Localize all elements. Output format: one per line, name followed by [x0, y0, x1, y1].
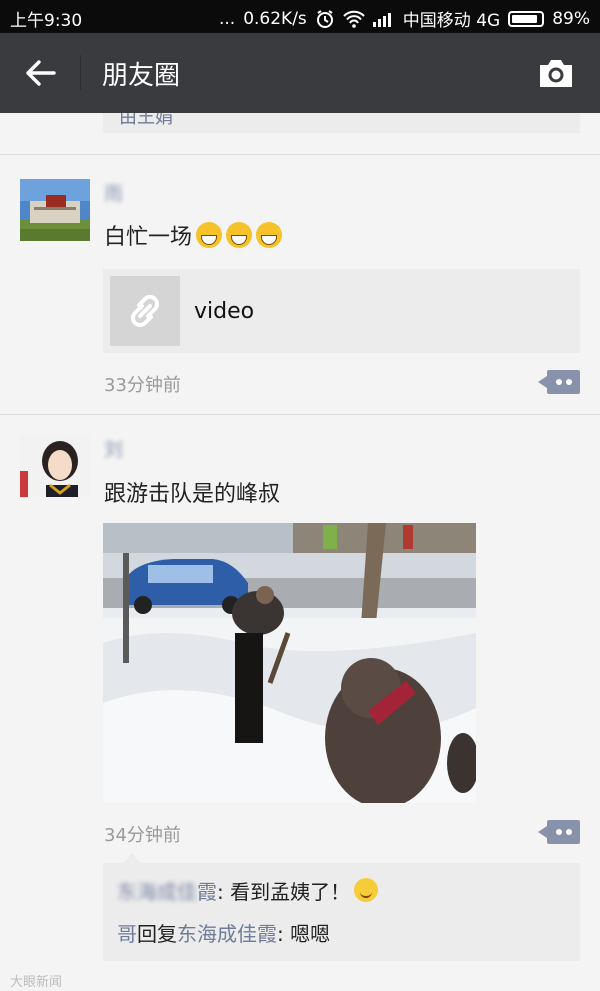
previous-post-likes: 由王娟: [103, 113, 580, 133]
link-thumbnail: [110, 276, 180, 346]
avatar-portrait-image: [20, 435, 90, 497]
status-bar: 上午9:30 ... 0.62K/s 中国移动 4G 89%: [0, 0, 600, 33]
reply-word: 回复: [137, 922, 177, 946]
post-text: 白忙一场: [104, 219, 283, 251]
more-dots: ...: [218, 8, 236, 29]
page-title: 朋友圈: [102, 61, 181, 91]
post-text: 跟游击队是的峰叔: [104, 482, 281, 507]
moments-feed[interactable]: 由王娟 雨 白忙一场 video 33分钟前 刘 跟游击队是的峰叔 34分钟前 …: [0, 113, 600, 991]
avatar[interactable]: [20, 435, 90, 497]
comment-like-menu-button[interactable]: [538, 820, 580, 844]
comments-box: 东海成佳霞: 看到孟姨了！ 哥回复东海成佳霞: 嗯嗯: [103, 853, 580, 961]
menu-dot: [556, 829, 562, 835]
post-photo[interactable]: [103, 523, 476, 803]
post-text-content: 白忙一场: [104, 225, 193, 250]
watermark: 大眼新闻: [10, 971, 62, 990]
carrier-label: 中国移动 4G: [402, 11, 501, 31]
avatar-palace-image: [20, 179, 90, 241]
top-bar: 朋友圈: [0, 33, 600, 113]
wifi-icon: [343, 10, 365, 28]
reply-target[interactable]: 东海成佳霞: [177, 922, 277, 946]
comment-like-menu-button[interactable]: [538, 370, 580, 394]
post-divider: [0, 154, 600, 155]
menu-dot: [566, 829, 572, 835]
post-author-name[interactable]: 雨: [104, 179, 123, 206]
grin-emoji-icon: [226, 222, 253, 248]
shared-link-card[interactable]: video: [103, 269, 580, 353]
link-icon: [130, 294, 160, 328]
avatar[interactable]: [20, 179, 90, 241]
snow-scene-image: [103, 523, 476, 803]
status-indicators: ... 0.62K/s 中国移动 4G 89%: [218, 6, 590, 32]
comment-text: : 嗯嗯: [277, 922, 331, 946]
battery-percent: 89%: [552, 8, 590, 29]
post-timestamp: 34分钟前: [104, 825, 181, 846]
comment-item[interactable]: 东海成佳霞: 看到孟姨了！: [117, 876, 379, 905]
camera-icon[interactable]: [536, 55, 576, 91]
header-divider: [80, 55, 81, 91]
post-author-name[interactable]: 刘: [104, 435, 123, 462]
post-timestamp: 33分钟前: [104, 375, 181, 396]
post-divider: [0, 414, 600, 415]
link-title: video: [194, 299, 255, 324]
network-speed: 0.62K/s: [243, 8, 307, 29]
alarm-icon: [316, 9, 333, 28]
previous-post-stub-text: 由王娟: [119, 113, 173, 128]
watermark-text: 大眼新闻: [10, 975, 63, 990]
battery-icon: [508, 10, 545, 27]
comment-author[interactable]: 哥: [117, 922, 137, 946]
comment-text: : 看到孟姨了！: [217, 880, 351, 904]
signal-icon: [372, 12, 391, 27]
smile-emoji-icon: [354, 878, 379, 902]
menu-dot: [556, 379, 562, 385]
menu-dot: [566, 379, 572, 385]
status-time: 上午9:30: [10, 11, 83, 31]
back-arrow-icon[interactable]: [20, 55, 60, 91]
battery-fill: [512, 14, 538, 23]
comment-author-blurred: 东海成佳: [117, 880, 197, 904]
comment-item[interactable]: 哥回复东海成佳霞: 嗯嗯: [117, 918, 330, 947]
comment-author[interactable]: 霞: [197, 880, 217, 904]
grin-emoji-icon: [196, 222, 223, 248]
grin-emoji-icon: [256, 222, 283, 248]
